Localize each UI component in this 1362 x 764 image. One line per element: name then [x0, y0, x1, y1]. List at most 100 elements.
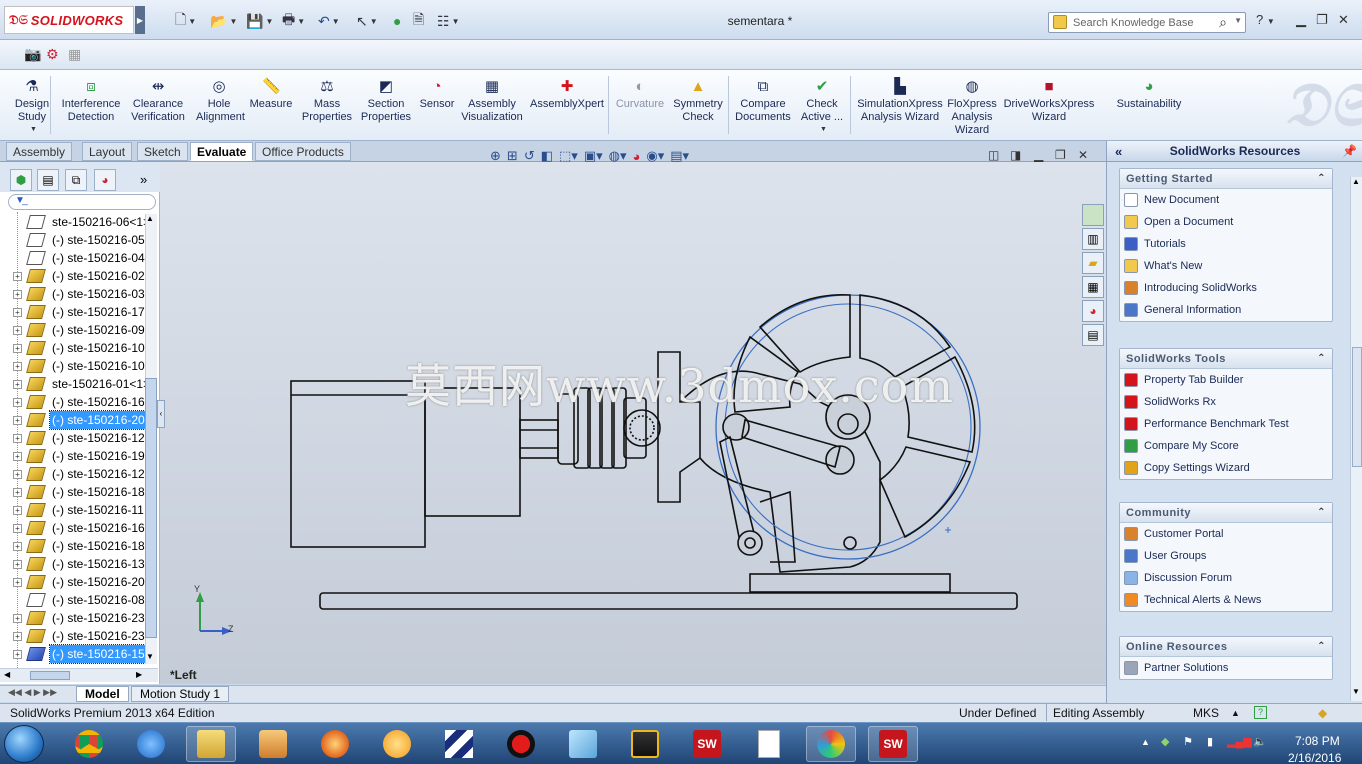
- appearances-tab[interactable]: ◕: [1082, 300, 1104, 322]
- viewport-restore-icon[interactable]: ❐: [1055, 148, 1066, 162]
- tree-item[interactable]: (-) ste-150216-04: [0, 249, 146, 267]
- help-button[interactable]: ? ▼: [1256, 12, 1275, 27]
- configuration-tab[interactable]: ⧉: [65, 169, 87, 191]
- viewport-close-icon[interactable]: ✕: [1078, 148, 1088, 162]
- open-button[interactable]: 📂 ▼: [210, 12, 237, 30]
- expand-icon[interactable]: +: [13, 290, 22, 299]
- tag-icon[interactable]: ◆: [1318, 704, 1327, 722]
- expand-icon[interactable]: +: [13, 434, 22, 443]
- collapse-chevron-icon[interactable]: ⌃: [1317, 169, 1326, 189]
- resource-group-header[interactable]: Community ⌃: [1120, 503, 1332, 523]
- hole-button[interactable]: ◎ Hole Alignment: [196, 76, 245, 136]
- scroll-up-icon[interactable]: ▲: [1352, 177, 1360, 186]
- tree-item[interactable]: + (-) ste-150216-23: [0, 609, 146, 627]
- record-icon[interactable]: ⚙: [46, 46, 62, 62]
- expand-icon[interactable]: +: [13, 272, 22, 281]
- expand-icon[interactable]: +: [13, 416, 22, 425]
- tree-item[interactable]: + (-) ste-150216-15: [0, 644, 146, 664]
- tab-evaluate[interactable]: Evaluate: [190, 142, 254, 161]
- graphics-area[interactable]: Y Z: [160, 162, 1106, 684]
- network-app-icon[interactable]: ◆: [1161, 735, 1169, 748]
- camera-icon[interactable]: 📷: [24, 46, 41, 62]
- view-settings-icon[interactable]: ▤▾: [670, 148, 689, 164]
- save-button[interactable]: 💾 ▼: [246, 12, 273, 30]
- clock-date[interactable]: 2/16/2016: [1288, 751, 1341, 764]
- tree-item[interactable]: + (-) ste-150216-20: [0, 410, 146, 430]
- scroll-left-icon[interactable]: ◀: [4, 670, 10, 679]
- viewport-minimize-icon[interactable]: ▁: [1034, 148, 1043, 162]
- design-library-tab[interactable]: ▥: [1082, 228, 1104, 250]
- record-taskbar-button[interactable]: [496, 726, 546, 762]
- expand-icon[interactable]: +: [13, 398, 22, 407]
- solidworks-taskbar-button[interactable]: SW: [682, 726, 732, 762]
- resource-link[interactable]: Property Tab Builder: [1120, 369, 1332, 391]
- driveworks-button[interactable]: ■ DriveWorksXpress Wizard: [1002, 76, 1096, 136]
- scroll-down-icon[interactable]: ▼: [1352, 687, 1360, 696]
- zoom-area-icon[interactable]: ⊞: [507, 148, 518, 164]
- help-status-icon[interactable]: ?: [1254, 706, 1267, 719]
- panel-collapse-handle[interactable]: ‹: [157, 400, 165, 428]
- display-style-icon[interactable]: ▣▾: [584, 148, 603, 164]
- compare-button[interactable]: ⧉ Compare Documents: [734, 76, 792, 136]
- assembly-xpert-button[interactable]: ✚ AssemblyXpert: [528, 76, 606, 136]
- battery-icon[interactable]: ▮: [1207, 735, 1213, 748]
- resource-link[interactable]: Performance Benchmark Test: [1120, 413, 1332, 435]
- feature-tree-tab[interactable]: ⬢: [10, 169, 32, 191]
- tree-item[interactable]: + ste-150216-01<1>: [0, 375, 146, 393]
- tree-item[interactable]: + (-) ste-150216-03: [0, 285, 146, 303]
- paint-taskbar-button[interactable]: [806, 726, 856, 762]
- hide-show-icon[interactable]: ◍▾: [609, 148, 627, 164]
- view-palette-tab[interactable]: ▦: [1082, 276, 1104, 298]
- tray-expand-icon[interactable]: ▲: [1141, 737, 1150, 747]
- render-icon[interactable]: ▦: [68, 46, 84, 62]
- tab-motion-study[interactable]: Motion Study 1: [131, 686, 230, 702]
- flag-tray-icon[interactable]: ⚑: [1183, 735, 1193, 748]
- tree-item[interactable]: + (-) ste-150216-18: [0, 537, 146, 555]
- resource-link[interactable]: Tutorials: [1120, 233, 1332, 255]
- apply-scene-icon[interactable]: ◉▾: [646, 148, 664, 164]
- tree-item[interactable]: + (-) ste-150216-13: [0, 555, 146, 573]
- design-study-dropdown-chevron-icon[interactable]: ▼: [30, 126, 37, 133]
- resource-group-header[interactable]: Online Resources ⌃: [1120, 637, 1332, 657]
- horizontal-thumb[interactable]: [30, 671, 70, 680]
- tree-item[interactable]: + (-) ste-150216-09: [0, 321, 146, 339]
- minimize-button[interactable]: ▁: [1296, 12, 1306, 28]
- solidworks-active-taskbar-button[interactable]: SW: [868, 726, 918, 762]
- resource-link[interactable]: Compare My Score: [1120, 435, 1332, 457]
- floxpress-button[interactable]: ◍ FloXpress Analysis Wizard: [944, 76, 1000, 136]
- tree-item[interactable]: + (-) ste-150216-16: [0, 393, 146, 411]
- signal-icon[interactable]: ▂▄▆: [1227, 735, 1252, 748]
- resource-link[interactable]: Partner Solutions: [1120, 657, 1332, 679]
- collapse-panel-icon[interactable]: «: [1115, 141, 1122, 162]
- chevron-up-icon[interactable]: ▲: [1231, 704, 1240, 722]
- simulation-button[interactable]: ▙ SimulationXpress Analysis Wizard: [856, 76, 944, 136]
- tree-item[interactable]: + (-) ste-150216-23: [0, 627, 146, 645]
- expand-icon[interactable]: +: [13, 650, 22, 659]
- media-taskbar-button[interactable]: [248, 726, 298, 762]
- collapse-chevron-icon[interactable]: ⌃: [1317, 637, 1326, 657]
- expand-icon[interactable]: +: [13, 344, 22, 353]
- volume-icon[interactable]: 🔈: [1253, 735, 1267, 748]
- expand-icon[interactable]: +: [13, 506, 22, 515]
- expand-icon[interactable]: +: [13, 362, 22, 371]
- tile-right-icon[interactable]: ◨: [1010, 148, 1021, 162]
- resources-scroll-thumb[interactable]: [1352, 347, 1362, 467]
- resource-link[interactable]: Copy Settings Wizard: [1120, 457, 1332, 479]
- resource-link[interactable]: Discussion Forum: [1120, 567, 1332, 589]
- expand-icon[interactable]: +: [13, 560, 22, 569]
- tab-scroll-icons[interactable]: ◀◀ ◀ ▶ ▶▶: [8, 687, 57, 698]
- scroll-right-icon[interactable]: ▶: [136, 670, 142, 679]
- tab-sketch[interactable]: Sketch: [137, 142, 188, 161]
- scale-button[interactable]: ⚖ Mass Properties: [300, 76, 354, 136]
- tree-item[interactable]: + (-) ste-150216-11: [0, 501, 146, 519]
- scroll-down-icon[interactable]: ▼: [146, 652, 154, 661]
- expand-icon[interactable]: +: [13, 470, 22, 479]
- tree-item[interactable]: + (-) ste-150216-20: [0, 573, 146, 591]
- resource-group-header[interactable]: Getting Started ⌃: [1120, 169, 1332, 189]
- pin-icon[interactable]: 📌: [1342, 141, 1357, 162]
- explorer-taskbar-button[interactable]: [186, 726, 236, 762]
- custom-properties-tab[interactable]: ▤: [1082, 324, 1104, 346]
- tree-filter[interactable]: ▼̲: [8, 194, 156, 210]
- curvature-button[interactable]: ◐ Curvature: [612, 76, 668, 136]
- tree-item[interactable]: + (-) ste-150216-12: [0, 429, 146, 447]
